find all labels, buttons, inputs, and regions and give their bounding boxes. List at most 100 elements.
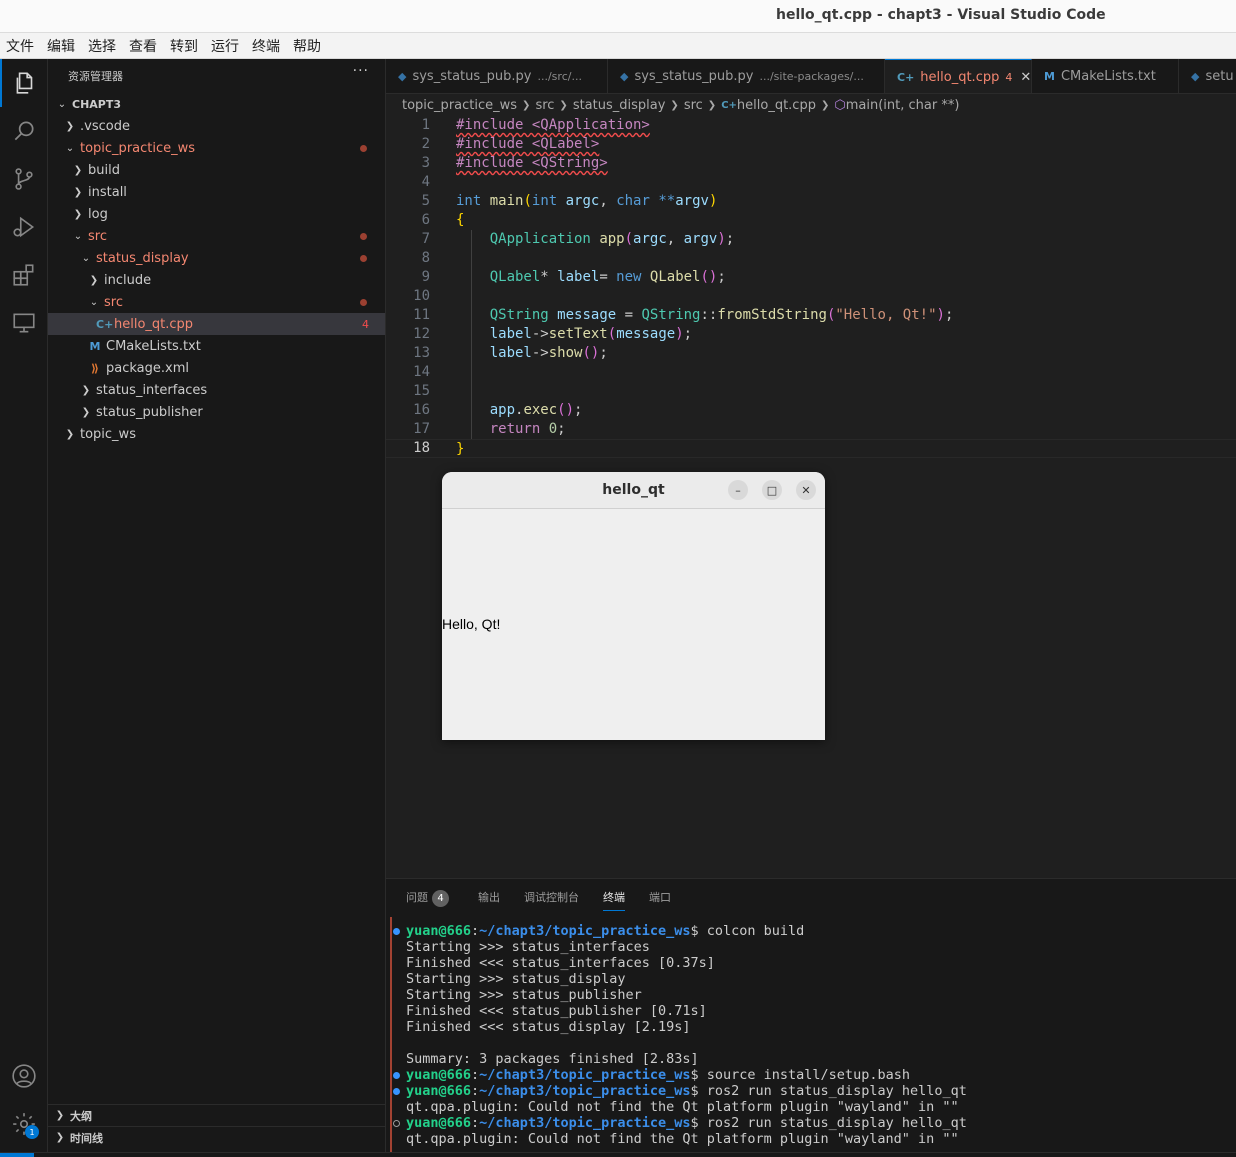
menu-go[interactable]: 转到: [170, 36, 198, 56]
problems-count-badge: 4: [432, 890, 449, 907]
source-control-icon[interactable]: [0, 155, 48, 203]
editor-tab[interactable]: M CMakeLists.txt: [1032, 59, 1179, 93]
xml-file-icon: ⟫: [91, 361, 99, 375]
breadcrumb-item[interactable]: src: [684, 98, 703, 113]
prompt-user: yuan@666: [406, 1115, 472, 1131]
editor-tab[interactable]: C+ hello_qt.cpp 4 ✕: [885, 59, 1032, 93]
chevron-right-icon: ❯: [707, 99, 717, 111]
tree-item-label: package.xml: [106, 360, 189, 376]
breadcrumb-item[interactable]: hello_qt.cpp: [737, 98, 816, 113]
tab-terminal[interactable]: 终端: [603, 889, 625, 911]
remote-explorer-icon[interactable]: [0, 299, 48, 347]
editor-tab[interactable]: ◆ sys_status_pub.py .../src/...: [386, 59, 608, 93]
tab-output[interactable]: 输出: [478, 889, 500, 911]
remote-indicator[interactable]: [0, 1153, 34, 1157]
menu-edit[interactable]: 编辑: [47, 36, 75, 56]
close-tab-icon[interactable]: ✕: [1020, 70, 1031, 85]
line-number-row: 10: [386, 287, 436, 306]
qt-titlebar[interactable]: hello_qt – □ ✕: [442, 472, 825, 509]
tree-item-label: CHAPT3: [72, 97, 122, 111]
account-icon[interactable]: [0, 1052, 48, 1100]
file-item[interactable]: M CMakeLists.txt: [48, 335, 385, 357]
chevron-right-icon: ❯: [89, 274, 99, 286]
folder-item[interactable]: ⌄ src: [48, 225, 385, 247]
qt-hello-label: Hello, Qt!: [442, 616, 501, 632]
chevron-right-icon: ❯: [670, 99, 679, 111]
breadcrumb-item[interactable]: src: [535, 98, 554, 113]
folder-item[interactable]: ❯ build: [48, 159, 385, 181]
line-number: 14: [413, 364, 430, 380]
cmake-file-icon: M: [1044, 70, 1055, 83]
editor-tabs: ◆ sys_status_pub.py .../src/... ◆ sys_status…: [386, 59, 1236, 94]
menu-selection[interactable]: 选择: [88, 36, 116, 56]
run-debug-icon[interactable]: [0, 203, 48, 251]
more-actions-icon[interactable]: ···: [353, 63, 369, 79]
folder-item[interactable]: ⌄ topic_practice_ws: [48, 137, 385, 159]
line-number-row: 14: [386, 363, 436, 382]
tree-item-label: src: [88, 228, 107, 244]
line-number: 15: [413, 383, 430, 399]
timeline-section[interactable]: ❯ 时间线: [48, 1126, 385, 1148]
folder-item[interactable]: ❯ install: [48, 181, 385, 203]
command-decoration-icon[interactable]: [393, 1088, 400, 1095]
folder-item[interactable]: ❯ .vscode: [48, 115, 385, 137]
tab-label: sys_status_pub.py: [634, 69, 754, 84]
maximize-button[interactable]: □: [762, 480, 782, 500]
close-button[interactable]: ✕: [796, 480, 816, 500]
folder-item[interactable]: ❯ topic_ws: [48, 423, 385, 445]
command-decoration-icon[interactable]: [393, 1120, 400, 1127]
tab-label: hello_qt.cpp: [920, 69, 1000, 85]
menu-run[interactable]: 运行: [211, 36, 239, 56]
file-item[interactable]: ⟫ package.xml: [48, 357, 385, 379]
window-title: hello_qt.cpp - chapt3 - Visual Studio Co…: [776, 7, 1106, 23]
chevron-right-icon: ❯: [73, 208, 83, 220]
modified-dot-icon: [360, 298, 367, 306]
outline-section[interactable]: ❯ 大纲: [48, 1104, 385, 1126]
editor-tab[interactable]: ◆ sys_status_pub.py .../site-packages/...: [608, 59, 885, 93]
breadcrumb-item[interactable]: topic_practice_ws: [402, 98, 517, 113]
tab-problem-count: 4: [1005, 70, 1013, 84]
tab-problems[interactable]: 问题 4: [406, 889, 449, 911]
code-line: app.exec();: [489, 402, 583, 418]
menu-terminal[interactable]: 终端: [252, 36, 280, 56]
breadcrumb-item[interactable]: main(int, char **): [846, 98, 960, 113]
qt-app-window[interactable]: hello_qt – □ ✕ Hello, Qt!: [442, 472, 825, 740]
command-decoration-icon[interactable]: [393, 928, 400, 935]
prompt-path: ~/chapt3/topic_practice_ws: [479, 1083, 691, 1099]
folder-item[interactable]: ❯ log: [48, 203, 385, 225]
tab-debug-console[interactable]: 调试控制台: [524, 889, 579, 911]
folder-item[interactable]: ❯ status_interfaces: [48, 379, 385, 401]
prompt-user: yuan@666: [406, 1083, 472, 1099]
folder-item[interactable]: ⌄ status_display: [48, 247, 385, 269]
folder-item[interactable]: ❯ include: [48, 269, 385, 291]
folder-item[interactable]: ⌄ src: [48, 291, 385, 313]
tab-ports[interactable]: 端口: [649, 889, 671, 911]
menu-help[interactable]: 帮助: [293, 36, 321, 56]
chevron-right-icon: ❯: [65, 428, 75, 440]
command-decoration-icon[interactable]: [393, 1072, 400, 1079]
menu-file[interactable]: 文件: [6, 36, 34, 56]
files-icon[interactable]: [0, 59, 48, 107]
extensions-icon[interactable]: [0, 251, 48, 299]
terminal-output-line: Finished <<< status_publisher [0.71s]: [406, 1003, 707, 1019]
prompt-user: yuan@666: [406, 923, 472, 939]
chevron-right-icon: ❯: [522, 99, 531, 111]
search-icon[interactable]: [0, 107, 48, 155]
breadcrumb: topic_practice_ws ❯ src ❯ status_display ❯ src…: [386, 94, 1236, 116]
terminal-output-line: qt.qpa.plugin: Could not find the Qt pla…: [406, 1099, 959, 1115]
folder-item[interactable]: ❯ status_publisher: [48, 401, 385, 423]
code-line: #include <QString>: [456, 155, 608, 171]
settings-gear-icon[interactable]: 1: [0, 1100, 48, 1148]
folder-item[interactable]: ⌄ CHAPT3: [48, 93, 385, 115]
terminal-output-line: Starting >>> status_display: [406, 971, 626, 987]
menu-view[interactable]: 查看: [129, 36, 157, 56]
terminal-command: ros2 run status_display hello_qt: [706, 1083, 967, 1099]
symbol-method-icon: ⬡: [834, 97, 846, 113]
minimize-button[interactable]: –: [728, 480, 748, 500]
editor-tab[interactable]: ◆ setu: [1179, 59, 1236, 93]
breadcrumb-item[interactable]: status_display: [573, 98, 666, 113]
tab-description: .../src/...: [537, 70, 582, 83]
tree-item-label: status_display: [96, 250, 189, 266]
tree-item-label: topic_ws: [80, 426, 136, 442]
file-item[interactable]: C+ hello_qt.cpp 4: [48, 313, 385, 335]
